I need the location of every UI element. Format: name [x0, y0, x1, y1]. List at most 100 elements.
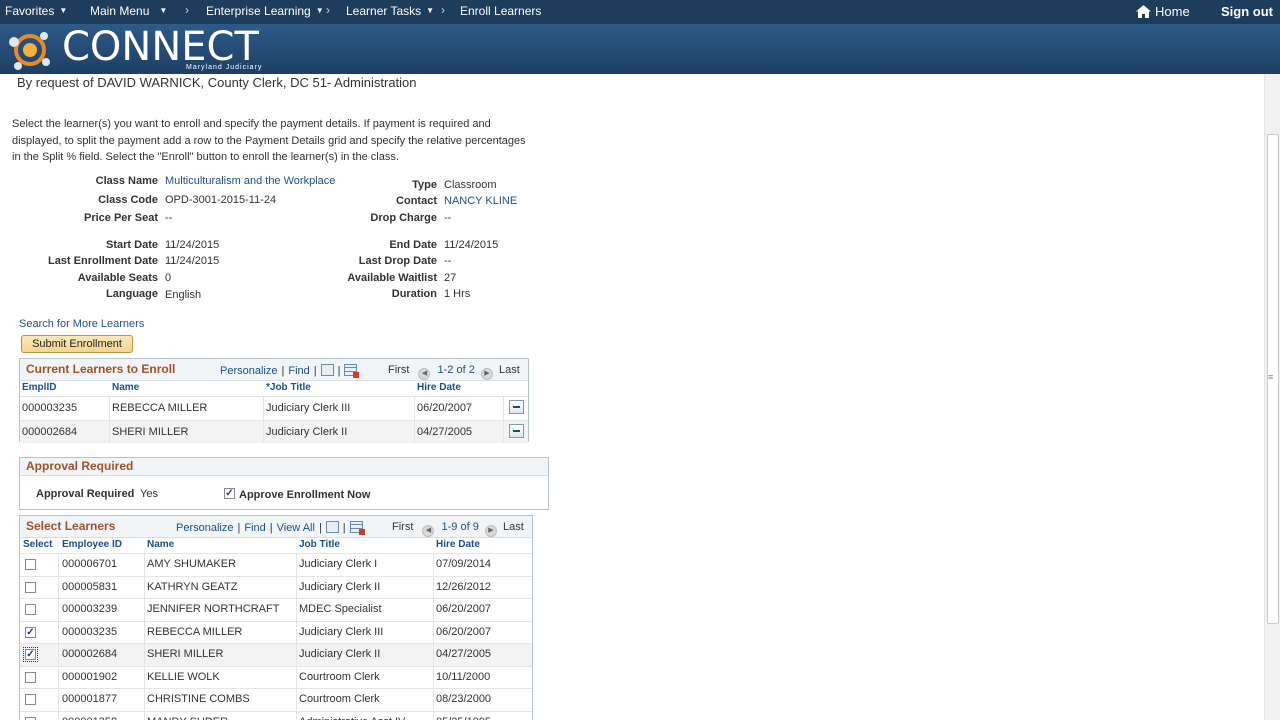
name-link[interactable]: SHERI MILLER	[112, 426, 188, 438]
table-row: 000001358 MANDY SUDER Administrative Asst …	[20, 710, 532, 720]
employee-id-cell: 000003239	[62, 603, 118, 615]
name-link[interactable]: MANDY SUDER	[147, 716, 228, 720]
zoom-grid-icon[interactable]	[320, 364, 334, 376]
next-arrow-icon[interactable]: ▶	[480, 368, 493, 380]
sign-out-link[interactable]: Sign out	[1221, 4, 1273, 19]
zoom-grid-icon[interactable]	[325, 521, 339, 533]
column-header-hire-date[interactable]: Hire Date	[417, 382, 461, 393]
grid-toolbar: Personalize | Find | |	[220, 364, 360, 378]
select-checkbox[interactable]	[25, 559, 36, 570]
name-link[interactable]: JENNIFER NORTHCRAFT	[147, 603, 279, 615]
job-title-cell: Courtroom Clerk	[299, 670, 380, 683]
personalize-link[interactable]: Personalize	[220, 365, 277, 377]
select-checkbox[interactable]	[25, 581, 36, 593]
hire-date-cell: 12/26/2012	[436, 580, 492, 593]
toolbar-divider: |	[237, 522, 241, 534]
last-enrollment-date-label: Last Enrollment Date	[47, 255, 158, 267]
contact-link[interactable]: NANCY KLINE	[444, 195, 517, 207]
select-learners-grid: Select Learners Personalize | Find | View Al…	[19, 515, 533, 720]
delete-row-icon[interactable]	[509, 424, 524, 438]
download-excel-icon[interactable]	[349, 521, 365, 535]
table-row: 000003235 REBECCA MILLER Judiciary Clerk…	[20, 396, 528, 420]
name-link[interactable]: KELLIE WOLK	[147, 671, 220, 683]
job-title-cell: Courtroom Clerk	[299, 693, 380, 705]
toolbar-divider: |	[318, 522, 322, 534]
column-header-job-title[interactable]: *Job Title	[266, 382, 311, 393]
name-link[interactable]: REBECCA MILLER	[112, 402, 207, 414]
column-header-hire-date[interactable]: Hire Date	[436, 539, 480, 550]
breadcrumb-learner-tasks[interactable]: Learner Tasks ▼	[346, 4, 434, 18]
previous-arrow-icon[interactable]: ◀	[422, 525, 435, 537]
section-header: Approval Required	[20, 458, 548, 476]
next-arrow-icon[interactable]: ▶	[484, 525, 497, 537]
emplid-cell: 000002684	[22, 426, 78, 438]
column-header-name[interactable]: Name	[147, 539, 174, 550]
name-link[interactable]: KATHRYN GEATZ	[147, 581, 237, 593]
search-more-learners-link[interactable]: Search for More Learners	[19, 318, 144, 330]
first-label: First	[392, 521, 414, 533]
select-checkbox[interactable]	[25, 716, 36, 720]
submit-enrollment-button[interactable]: Submit Enrollment	[21, 335, 133, 353]
view-all-link[interactable]: View All	[277, 522, 315, 534]
name-link[interactable]: SHERI MILLER	[147, 648, 223, 660]
scrollbar-grip-icon: ≡	[1268, 372, 1274, 382]
class-name-link[interactable]: Multiculturalism and the Workplace	[165, 175, 335, 187]
breadcrumb-enterprise-learning[interactable]: Enterprise Learning ▼	[206, 4, 324, 18]
chevron-down-icon: ▼	[159, 6, 168, 15]
name-link[interactable]: REBECCA MILLER	[147, 626, 242, 638]
column-divider	[296, 553, 297, 720]
grid-toolbar: Personalize | Find | View All | |	[176, 521, 365, 535]
find-link[interactable]: Find	[288, 365, 309, 377]
employee-id-cell: 000006701	[62, 558, 118, 570]
select-checkbox[interactable]	[25, 694, 36, 705]
select-checkbox[interactable]	[25, 604, 36, 615]
name-link[interactable]: AMY SHUMAKER	[147, 558, 236, 570]
home-icon[interactable]	[1136, 5, 1151, 18]
job-title-cell: Judiciary Clerk III	[266, 402, 351, 414]
type-value: Classroom	[444, 179, 497, 191]
job-title-cell: Judiciary Clerk II	[266, 426, 348, 438]
column-header-employee-id[interactable]: Employee ID	[62, 539, 122, 550]
approval-required-value: Yes	[140, 488, 158, 500]
column-header-emplid[interactable]: EmplID	[22, 382, 56, 393]
column-header-select[interactable]: Select	[23, 539, 52, 550]
row-range: 1-9 of 9	[441, 521, 479, 533]
employee-id-cell: 000001358	[62, 716, 117, 720]
last-drop-date-label: Last Drop Date	[358, 255, 437, 267]
find-link[interactable]: Find	[244, 522, 265, 534]
table-row: 000001902 KELLIE WOLK Courtroom Clerk 10/11…	[20, 665, 532, 689]
column-header-name[interactable]: Name	[112, 382, 139, 393]
chevron-down-icon: ▼	[315, 6, 324, 15]
table-row: 000002684 SHERI MILLER Judiciary Clerk I…	[20, 420, 528, 443]
favorites-menu[interactable]: Favorites ▼	[5, 4, 67, 18]
grid-pagination: First ◀ 1-2 of 2 ▶ Last	[388, 364, 520, 380]
table-row: 000005831 KATHRYN GEATZ Judiciary Clerk II…	[20, 575, 532, 599]
hire-date-cell: 04/27/2005	[417, 426, 473, 438]
available-waitlist-label: Available Waitlist	[347, 272, 437, 284]
hire-date-cell: 08/23/2000	[436, 693, 492, 705]
start-date-value: 11/24/2015	[165, 239, 220, 251]
vertical-scrollbar[interactable]: ≡	[1264, 74, 1280, 720]
hire-date-cell: 06/20/2007	[417, 402, 473, 414]
toolbar-divider: |	[313, 365, 317, 377]
job-title-cell: Judiciary Clerk II	[299, 648, 381, 660]
personalize-link[interactable]: Personalize	[176, 522, 233, 534]
name-link[interactable]: CHRISTINE COMBS	[147, 693, 250, 705]
connect-logo-icon	[9, 32, 50, 70]
delete-row-icon[interactable]	[509, 400, 524, 414]
breadcrumb-separator-icon: ›	[185, 3, 189, 17]
select-checkbox[interactable]: ✓	[23, 647, 38, 662]
grid-title: Select Learners	[26, 519, 116, 533]
select-checkbox[interactable]: ✓	[25, 626, 36, 638]
last-enrollment-date-value: 11/24/2015	[165, 255, 220, 267]
main-menu[interactable]: Main Menu ▼	[90, 4, 167, 18]
download-excel-icon[interactable]	[344, 364, 360, 378]
previous-arrow-icon[interactable]: ◀	[418, 368, 431, 380]
select-checkbox[interactable]	[25, 671, 36, 683]
hire-date-cell: 10/11/2000	[436, 670, 491, 683]
favorites-label: Favorites	[5, 4, 55, 18]
home-link[interactable]: Home	[1155, 4, 1190, 19]
approve-enrollment-checkbox[interactable]: ✓	[224, 488, 235, 499]
employee-id-cell: 000002684	[62, 648, 118, 660]
column-header-job-title[interactable]: Job Title	[299, 539, 340, 550]
